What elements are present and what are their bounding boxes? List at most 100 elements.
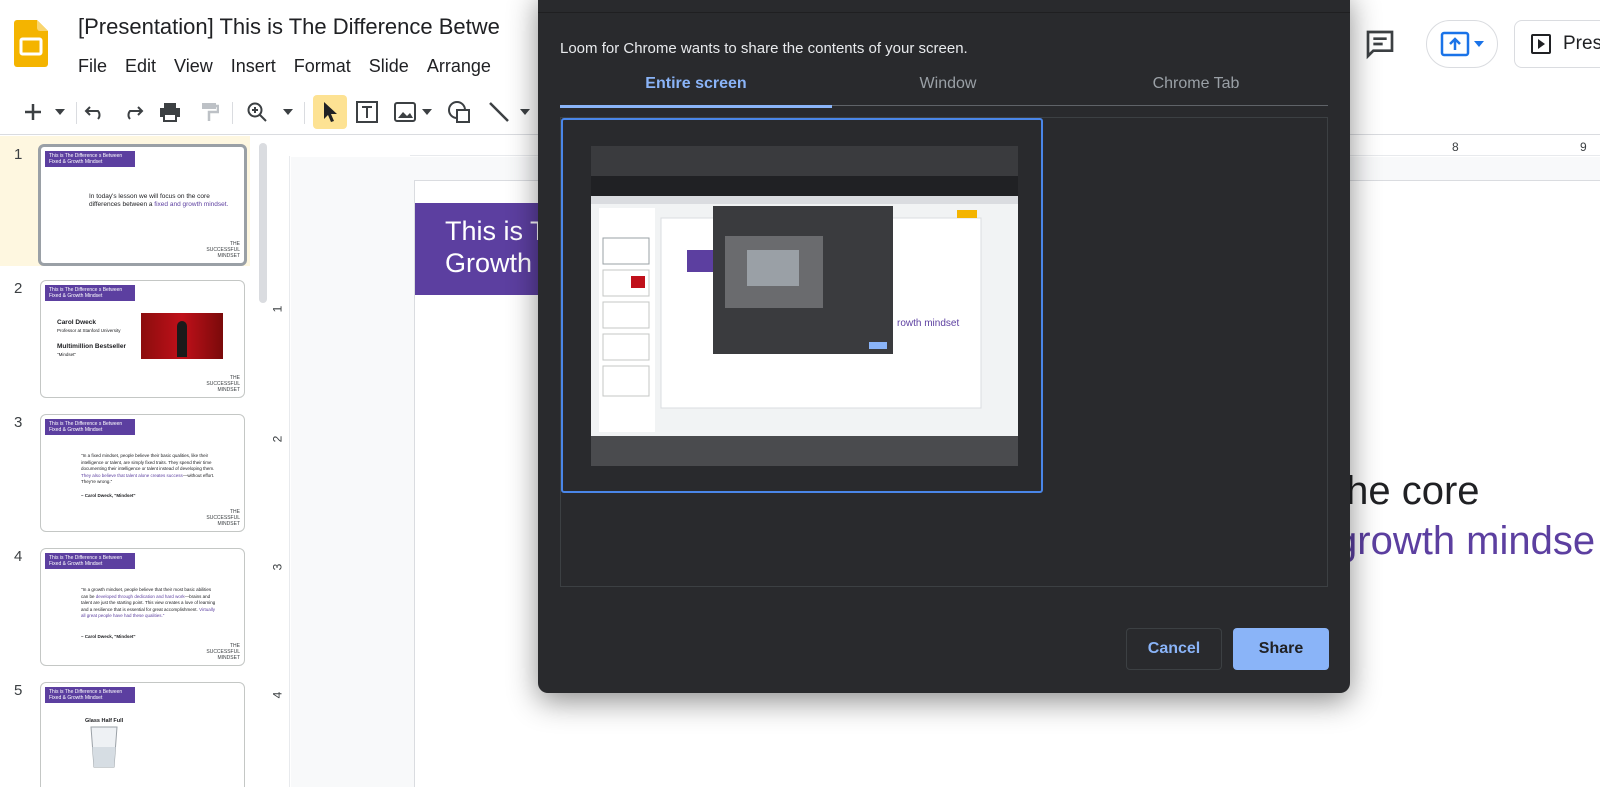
layout-dropdown[interactable] bbox=[52, 98, 68, 126]
new-slide-button[interactable] bbox=[20, 98, 46, 126]
menu-format[interactable]: Format bbox=[285, 54, 360, 78]
chevron-down-icon bbox=[283, 109, 293, 115]
dialog-divider bbox=[538, 12, 1350, 13]
slide-number: 5 bbox=[14, 682, 23, 699]
dialog-heading: Choose what to share bbox=[560, 0, 745, 10]
tab-label: Entire screen bbox=[645, 75, 747, 92]
thumb-highlight: They also believe that talent alone crea… bbox=[81, 472, 183, 478]
paint-format-icon bbox=[202, 103, 219, 121]
dialog-subtitle: Loom for Chrome wants to share the conte… bbox=[560, 40, 968, 57]
filmstrip-slide-4[interactable]: 4 This is The Difference s Between Fixed… bbox=[0, 538, 250, 668]
tab-entire-screen[interactable]: Entire screen bbox=[560, 74, 832, 108]
shape-tool[interactable] bbox=[446, 98, 472, 126]
menu-view[interactable]: View bbox=[165, 54, 222, 78]
menu-slide[interactable]: Slide bbox=[360, 54, 418, 78]
svg-text:rowth mindset: rowth mindset bbox=[897, 318, 959, 329]
text-box-tool[interactable] bbox=[354, 98, 380, 126]
thumb-book: "Mindset" bbox=[57, 352, 76, 357]
thumb-body: In today's lesson we will focus on the c… bbox=[89, 193, 239, 209]
slides-logo-icon[interactable] bbox=[14, 20, 48, 67]
undo-icon bbox=[84, 106, 101, 120]
line-icon bbox=[489, 102, 509, 122]
filmstrip-slide-3[interactable]: 3 This is The Difference s Between Fixed… bbox=[0, 404, 250, 534]
thumb-logo: THE SUCCESSFUL MINDSET bbox=[206, 643, 240, 661]
source-tabs: Entire screen Window Chrome Tab bbox=[560, 74, 1328, 108]
slide-body-line-2: growth mindse bbox=[1335, 519, 1596, 563]
print-button[interactable] bbox=[157, 98, 183, 126]
undo-button[interactable] bbox=[82, 98, 108, 126]
thumb-quote-text: "In a fixed mindset, people believe thei… bbox=[81, 453, 215, 471]
vertical-ruler[interactable]: 1 2 3 4 bbox=[270, 156, 290, 787]
slide-filmstrip: 1 This is The Difference s Between Fixed… bbox=[0, 136, 268, 787]
thumb-highlight: developed through dedication and hard wo… bbox=[95, 593, 185, 599]
present-label: Pres bbox=[1563, 33, 1600, 54]
cancel-button[interactable]: Cancel bbox=[1126, 628, 1222, 670]
document-title[interactable]: [Presentation] This is The Difference Be… bbox=[78, 14, 500, 40]
slide-number: 4 bbox=[14, 548, 23, 565]
redo-icon bbox=[127, 106, 144, 120]
screen-preview: rowth mindset bbox=[591, 146, 1018, 466]
source-picker: rowth mindset bbox=[560, 117, 1328, 587]
thumb-logo: THE SUCCESSFUL MINDSET bbox=[206, 509, 240, 527]
slide-number: 1 bbox=[14, 146, 23, 163]
filmstrip-scrollbar[interactable] bbox=[259, 143, 267, 303]
text-box-icon bbox=[356, 101, 378, 123]
screen-preview-image: rowth mindset bbox=[591, 146, 1018, 466]
image-dropdown[interactable] bbox=[420, 98, 434, 126]
thumb-banner: This is The Difference s Between Fixed &… bbox=[45, 285, 135, 301]
thumb-banner: This is The Difference s Between Fixed &… bbox=[45, 553, 135, 569]
slide-thumbnail[interactable]: This is The Difference s Between Fixed &… bbox=[40, 280, 245, 398]
thumb-banner: This is The Difference s Between Fixed &… bbox=[45, 419, 135, 435]
slideshow-icon bbox=[1531, 34, 1551, 54]
zoom-button[interactable] bbox=[244, 98, 270, 126]
tab-chrome-tab[interactable]: Chrome Tab bbox=[1064, 74, 1328, 106]
screen-source-card[interactable]: rowth mindset bbox=[561, 118, 1043, 493]
image-icon bbox=[394, 102, 416, 122]
slide-thumbnail[interactable]: This is The Difference s Between Fixed &… bbox=[40, 548, 245, 666]
toolbar-divider bbox=[232, 102, 233, 124]
line-dropdown[interactable] bbox=[518, 98, 532, 126]
share-screen-button[interactable] bbox=[1426, 20, 1498, 68]
slide-thumbnail[interactable]: This is The Difference s Between Fixed &… bbox=[40, 682, 245, 787]
line-tool[interactable] bbox=[486, 98, 512, 126]
thumb-photo bbox=[141, 313, 223, 359]
slide-body-text[interactable]: the core growth mindse bbox=[1335, 466, 1595, 566]
menu-edit[interactable]: Edit bbox=[116, 54, 165, 78]
share-screen-dialog: Choose what to share Loom for Chrome wan… bbox=[538, 0, 1350, 693]
chevron-down-icon bbox=[520, 109, 530, 115]
redo-button[interactable] bbox=[120, 98, 146, 126]
comments-icon[interactable] bbox=[1364, 28, 1396, 60]
slide-number: 2 bbox=[14, 280, 23, 297]
filmstrip-slide-2[interactable]: 2 This is The Difference s Between Fixed… bbox=[0, 270, 250, 400]
thumb-role: Professor at Stanford University bbox=[57, 328, 121, 333]
chevron-down-icon bbox=[422, 109, 432, 115]
thumb-logo: THE SUCCESSFUL MINDSET bbox=[206, 375, 240, 393]
ruler-mark-8: 8 bbox=[1452, 140, 1459, 154]
present-button[interactable]: Pres bbox=[1514, 20, 1600, 68]
slide-thumbnail[interactable]: This is The Difference s Between Fixed &… bbox=[38, 144, 247, 266]
slide-thumbnail[interactable]: This is The Difference s Between Fixed &… bbox=[40, 414, 245, 532]
toolbar-divider bbox=[76, 102, 77, 124]
thumb-logo: THE SUCCESSFUL MINDSET bbox=[206, 241, 240, 259]
thumb-name: Carol Dweck bbox=[57, 319, 97, 326]
menu-file[interactable]: File bbox=[78, 54, 116, 78]
share-button[interactable]: Share bbox=[1233, 628, 1329, 670]
ruler-mark-1: 1 bbox=[270, 305, 285, 313]
filmstrip-slide-5[interactable]: 5 This is The Difference s Between Fixed… bbox=[0, 672, 250, 787]
glass-image bbox=[90, 726, 118, 768]
image-tool[interactable] bbox=[392, 98, 418, 126]
filmstrip-slide-1[interactable]: 1 This is The Difference s Between Fixed… bbox=[0, 136, 250, 266]
menu-insert[interactable]: Insert bbox=[222, 54, 285, 78]
ruler-mark-2: 2 bbox=[270, 435, 285, 443]
paint-format-button[interactable] bbox=[196, 98, 222, 126]
cursor-arrow-icon bbox=[324, 102, 337, 122]
present-to-meet-icon bbox=[1440, 31, 1470, 57]
print-icon bbox=[160, 103, 180, 122]
ruler-mark-4: 4 bbox=[270, 691, 285, 699]
thumb-quote: "In a fixed mindset, people believe thei… bbox=[81, 453, 219, 486]
tab-window[interactable]: Window bbox=[832, 74, 1064, 106]
thumb-quote: "In a growth mindset, people believe tha… bbox=[81, 587, 219, 620]
zoom-dropdown[interactable] bbox=[280, 98, 296, 126]
menu-arrange[interactable]: Arrange bbox=[418, 54, 500, 78]
select-tool[interactable] bbox=[313, 95, 347, 129]
